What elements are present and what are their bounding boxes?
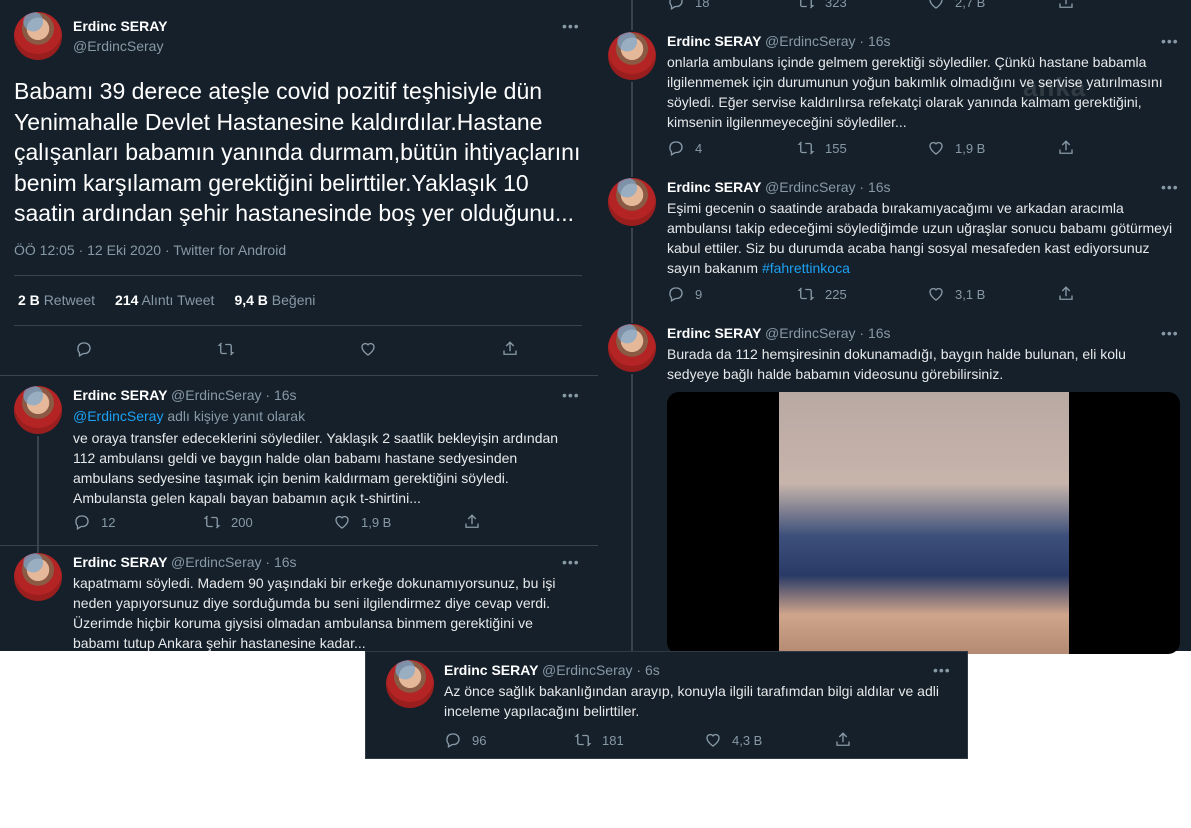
author-name[interactable]: Erdinc SERAY	[73, 18, 167, 34]
divider	[14, 275, 582, 276]
author-name[interactable]: Erdinc SERAY	[444, 662, 538, 678]
more-options-icon[interactable]: •••	[1161, 33, 1179, 49]
more-options-icon[interactable]: •••	[1161, 179, 1179, 195]
reply-text: kapatmamı söyledi. Madem 90 yaşındaki bi…	[73, 575, 556, 651]
main-tweet-text: Babamı 39 derece ateşle covid pozitif te…	[14, 78, 581, 226]
avatar[interactable]	[14, 12, 62, 60]
reply-actions: 9 225 3,1 B	[667, 285, 1087, 303]
hashtag-link[interactable]: #fahrettinkoca	[762, 260, 850, 276]
tweet-actions: 96 181 4,3 B	[444, 731, 864, 749]
thread-line	[631, 82, 633, 177]
thread-line	[631, 228, 633, 323]
author-handle[interactable]: @ErdincSeray	[765, 325, 855, 341]
timestamp[interactable]: · 16s	[859, 179, 890, 195]
like-button[interactable]: 3,1 B	[927, 285, 1057, 303]
thread-line	[631, 374, 633, 651]
reply-actions: 4 155 1,9 B	[667, 139, 1087, 157]
like-button[interactable]: 1,9 B	[333, 513, 463, 531]
share-icon[interactable]	[1057, 285, 1087, 303]
author-name[interactable]: Erdinc SERAY	[667, 33, 761, 49]
avatar[interactable]	[386, 660, 434, 708]
thread-line	[631, 0, 633, 30]
tweet-meta[interactable]: ÖÖ 12:05 · 12 Eki 2020 · Twitter for And…	[14, 242, 286, 258]
more-options-icon[interactable]: •••	[562, 554, 580, 570]
reply-text: ve oraya transfer edeceklerini söyledile…	[73, 430, 559, 506]
more-options-icon[interactable]: •••	[562, 387, 580, 403]
reply-button[interactable]: 9	[667, 285, 797, 303]
author-handle[interactable]: @ErdincSeray	[765, 179, 855, 195]
like-button[interactable]: 2,7 B	[927, 0, 1057, 11]
like-stat[interactable]: 9,4 B Beğeni	[234, 292, 315, 308]
quote-stat[interactable]: 214 Alıntı Tweet	[115, 292, 214, 308]
reply-button[interactable]: 4	[667, 139, 797, 157]
reply-header: Erdinc SERAY @ErdincSeray · 6s	[444, 662, 660, 678]
more-options-icon[interactable]: •••	[562, 18, 580, 34]
reply-button[interactable]: 18	[667, 0, 797, 11]
avatar[interactable]	[608, 32, 656, 80]
retweet-button[interactable]: 225	[797, 285, 927, 303]
reply-context: @ErdincSeray adlı kişiye yanıt olarak	[73, 408, 306, 424]
reply-header: Erdinc SERAY @ErdincSeray · 16s	[667, 325, 891, 341]
reply-header: Erdinc SERAY @ErdincSeray · 16s	[73, 554, 297, 570]
reply-header: Erdinc SERAY @ErdincSeray · 16s	[667, 33, 891, 49]
author-name[interactable]: Erdinc SERAY	[667, 179, 761, 195]
timestamp[interactable]: · 16s	[859, 325, 890, 341]
author-handle[interactable]: @ErdincSeray	[171, 554, 261, 570]
reply-button[interactable]: 96	[444, 731, 574, 749]
reply-icon[interactable]	[75, 340, 217, 361]
author-name[interactable]: Erdinc SERAY	[73, 554, 167, 570]
retweet-button[interactable]: 200	[203, 513, 333, 531]
left-thread-panel: Erdinc SERAY @ErdincSeray ••• Babamı 39 …	[0, 0, 600, 651]
author-name[interactable]: Erdinc SERAY	[667, 325, 761, 341]
author-name[interactable]: Erdinc SERAY	[73, 387, 167, 403]
reply-button[interactable]: 12	[73, 513, 203, 531]
reply-header: Erdinc SERAY @ErdincSeray · 16s	[667, 179, 891, 195]
author-handle[interactable]: @ErdincSeray	[765, 33, 855, 49]
retweet-icon[interactable]	[217, 340, 359, 361]
more-options-icon[interactable]: •••	[1161, 325, 1179, 341]
avatar[interactable]	[608, 178, 656, 226]
like-icon[interactable]	[359, 340, 501, 361]
main-tweet-actions	[75, 340, 531, 361]
retweet-stat[interactable]: 2 B Retweet	[18, 292, 95, 308]
share-icon[interactable]	[1057, 139, 1087, 157]
timestamp[interactable]: · 16s	[859, 33, 890, 49]
share-icon[interactable]	[834, 731, 864, 749]
share-icon[interactable]	[1057, 0, 1087, 11]
timestamp[interactable]: · 6s	[636, 662, 659, 678]
reply-text: Eşimi gecenin o saatinde arabada bırakam…	[667, 200, 1173, 276]
thread-line	[37, 436, 39, 553]
divider	[0, 375, 600, 376]
share-icon[interactable]	[501, 340, 531, 361]
tweet-stats: 2 B Retweet 214 Alıntı Tweet 9,4 B Beğen…	[18, 292, 315, 308]
divider	[0, 545, 600, 546]
reply-text: Burada da 112 hemşiresinin dokunamadığı,…	[667, 346, 1126, 382]
divider	[14, 325, 582, 326]
reply-actions: 12 200 1,9 B	[73, 513, 493, 531]
timestamp[interactable]: · 16s	[265, 554, 296, 570]
avatar[interactable]	[14, 553, 62, 601]
reply-header: Erdinc SERAY @ErdincSeray · 16s	[73, 387, 297, 403]
like-button[interactable]: 4,3 B	[704, 731, 834, 749]
video-frame	[779, 392, 1069, 654]
video-player[interactable]	[667, 392, 1180, 654]
mention-link[interactable]: @ErdincSeray	[73, 408, 163, 424]
avatar[interactable]	[14, 386, 62, 434]
bottom-tweet-panel: Erdinc SERAY @ErdincSeray · 6s ••• Az ön…	[365, 651, 968, 759]
author-handle[interactable]: @ErdincSeray	[73, 38, 163, 54]
retweet-button[interactable]: 181	[574, 731, 704, 749]
reply-text: onlarla ambulans içinde gelmem gerektiği…	[667, 54, 1163, 130]
retweet-button[interactable]: 323	[797, 0, 927, 11]
like-button[interactable]: 1,9 B	[927, 139, 1057, 157]
timestamp[interactable]: · 16s	[265, 387, 296, 403]
more-options-icon[interactable]: •••	[933, 662, 951, 678]
share-icon[interactable]	[463, 513, 493, 531]
watermark: anka	[1023, 72, 1087, 102]
retweet-button[interactable]: 155	[797, 139, 927, 157]
author-handle[interactable]: @ErdincSeray	[542, 662, 632, 678]
tweet-text: Az önce sağlık bakanlığından arayıp, kon…	[444, 683, 939, 719]
author-handle[interactable]: @ErdincSeray	[171, 387, 261, 403]
tweet-actions: 18 323 2,7 B	[667, 0, 1087, 11]
avatar[interactable]	[608, 324, 656, 372]
